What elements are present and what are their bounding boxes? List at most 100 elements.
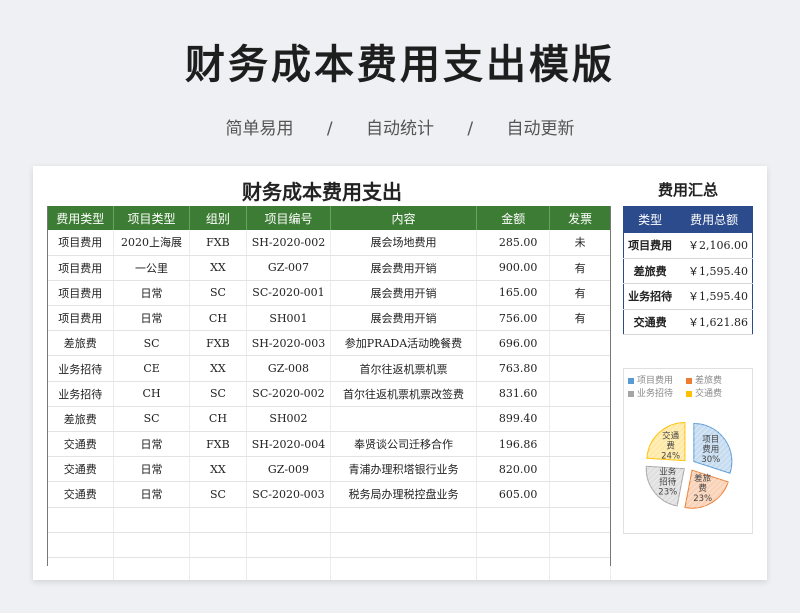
table-cell[interactable]: SC-2020-002 <box>246 381 331 407</box>
table-cell[interactable] <box>246 532 331 558</box>
table-cell[interactable]: CH <box>189 406 248 433</box>
table-cell[interactable] <box>549 557 611 580</box>
table-cell[interactable]: 605.00 <box>476 481 551 508</box>
table-cell[interactable]: 165.00 <box>476 280 551 307</box>
table-cell[interactable]: 日常 <box>113 456 190 483</box>
table-cell[interactable]: CH <box>113 381 190 407</box>
table-cell[interactable]: 900.00 <box>476 255 551 281</box>
table-cell[interactable]: GZ-007 <box>246 255 331 281</box>
table-cell[interactable]: 有 <box>549 305 611 332</box>
table-cell[interactable] <box>330 406 478 433</box>
table-cell[interactable]: 未 <box>549 230 611 256</box>
table-cell[interactable]: CH <box>189 305 248 332</box>
table-cell[interactable]: 交通费 <box>47 431 115 458</box>
column-header[interactable]: 费用总额 <box>676 206 753 233</box>
table-cell[interactable]: 一公里 <box>113 255 190 281</box>
table-cell[interactable]: 2020上海展 <box>113 230 190 256</box>
table-cell[interactable] <box>189 507 248 533</box>
table-cell[interactable]: 参加PRADA活动晚餐费 <box>330 330 478 357</box>
table-cell[interactable] <box>330 507 478 533</box>
table-cell[interactable]: 763.80 <box>476 355 551 382</box>
table-cell[interactable]: SC <box>189 280 248 307</box>
table-cell[interactable]: 有 <box>549 255 611 281</box>
table-cell[interactable] <box>246 557 331 580</box>
summary-type-cell[interactable]: 差旅费 <box>623 258 677 284</box>
table-cell[interactable]: FXB <box>189 330 248 357</box>
table-cell[interactable]: 差旅费 <box>47 406 115 433</box>
table-cell[interactable]: GZ-008 <box>246 355 331 382</box>
table-cell[interactable]: SC <box>113 330 190 357</box>
table-cell[interactable]: 展会费用开销 <box>330 255 478 281</box>
table-cell[interactable]: SC <box>189 481 248 508</box>
summary-total-cell[interactable]: ￥1,595.40 <box>676 258 753 284</box>
summary-total-cell[interactable]: ￥1,595.40 <box>676 283 753 310</box>
table-cell[interactable]: CE <box>113 355 190 382</box>
table-cell[interactable]: 业务招待 <box>47 355 115 382</box>
table-cell[interactable]: 项目费用 <box>47 255 115 281</box>
table-cell[interactable]: SH-2020-003 <box>246 330 331 357</box>
table-cell[interactable] <box>113 507 190 533</box>
table-cell[interactable] <box>476 532 551 558</box>
table-cell[interactable] <box>549 381 611 407</box>
table-cell[interactable] <box>47 532 115 558</box>
table-cell[interactable]: 展会费用开销 <box>330 305 478 332</box>
table-cell[interactable]: 首尔往返机票机票 <box>330 355 478 382</box>
table-cell[interactable]: SH002 <box>246 406 331 433</box>
summary-type-cell[interactable]: 交通费 <box>623 309 677 335</box>
column-header[interactable]: 金额 <box>476 206 551 230</box>
summary-total-cell[interactable]: ￥1,621.86 <box>676 309 753 335</box>
table-cell[interactable]: 业务招待 <box>47 381 115 407</box>
table-cell[interactable]: 899.40 <box>476 406 551 433</box>
table-cell[interactable]: XX <box>189 355 248 382</box>
table-cell[interactable]: 756.00 <box>476 305 551 332</box>
table-cell[interactable]: 696.00 <box>476 330 551 357</box>
table-cell[interactable]: SH001 <box>246 305 331 332</box>
table-cell[interactable]: 196.86 <box>476 431 551 458</box>
table-cell[interactable] <box>549 431 611 458</box>
table-cell[interactable]: 展会场地费用 <box>330 230 478 256</box>
table-cell[interactable] <box>549 355 611 382</box>
column-header[interactable]: 类型 <box>623 206 677 233</box>
table-cell[interactable]: 交通费 <box>47 456 115 483</box>
column-header[interactable]: 项目编号 <box>246 206 331 230</box>
summary-type-cell[interactable]: 业务招待 <box>623 283 677 310</box>
table-cell[interactable]: 有 <box>549 280 611 307</box>
table-cell[interactable]: 青浦办理积塔银行业务 <box>330 456 478 483</box>
table-cell[interactable]: 展会费用开销 <box>330 280 478 307</box>
table-cell[interactable]: SH-2020-002 <box>246 230 331 256</box>
table-cell[interactable]: 820.00 <box>476 456 551 483</box>
table-cell[interactable]: 日常 <box>113 305 190 332</box>
table-cell[interactable] <box>549 532 611 558</box>
table-cell[interactable] <box>246 507 331 533</box>
table-cell[interactable] <box>47 507 115 533</box>
summary-total-cell[interactable]: ￥2,106.00 <box>676 232 753 259</box>
table-cell[interactable]: 差旅费 <box>47 330 115 357</box>
column-header[interactable]: 内容 <box>330 206 478 230</box>
table-cell[interactable]: 日常 <box>113 431 190 458</box>
table-cell[interactable]: SC-2020-001 <box>246 280 331 307</box>
table-cell[interactable]: SC-2020-003 <box>246 481 331 508</box>
table-cell[interactable] <box>330 532 478 558</box>
pie-chart[interactable]: 项目费用 差旅费业务招待 交通费 项目费用 30% 差旅费 23% 业务招待 23% 交通费 24… <box>623 368 753 534</box>
table-cell[interactable]: 日常 <box>113 280 190 307</box>
table-cell[interactable]: SC <box>113 406 190 433</box>
table-cell[interactable]: FXB <box>189 431 248 458</box>
table-cell[interactable]: SC <box>189 381 248 407</box>
table-cell[interactable]: 项目费用 <box>47 230 115 256</box>
table-cell[interactable] <box>113 532 190 558</box>
column-header[interactable]: 发票 <box>549 206 611 230</box>
table-cell[interactable]: GZ-009 <box>246 456 331 483</box>
column-header[interactable]: 组别 <box>189 206 248 230</box>
table-cell[interactable] <box>476 507 551 533</box>
table-cell[interactable]: 项目费用 <box>47 305 115 332</box>
table-cell[interactable] <box>549 406 611 433</box>
table-cell[interactable] <box>189 532 248 558</box>
table-cell[interactable]: 项目费用 <box>47 280 115 307</box>
table-cell[interactable]: 交通费 <box>47 481 115 508</box>
table-cell[interactable]: 税务局办理税控盘业务 <box>330 481 478 508</box>
table-cell[interactable] <box>113 557 190 580</box>
summary-type-cell[interactable]: 项目费用 <box>623 232 677 259</box>
table-cell[interactable]: 831.60 <box>476 381 551 407</box>
table-cell[interactable] <box>47 557 115 580</box>
table-cell[interactable] <box>330 557 478 580</box>
